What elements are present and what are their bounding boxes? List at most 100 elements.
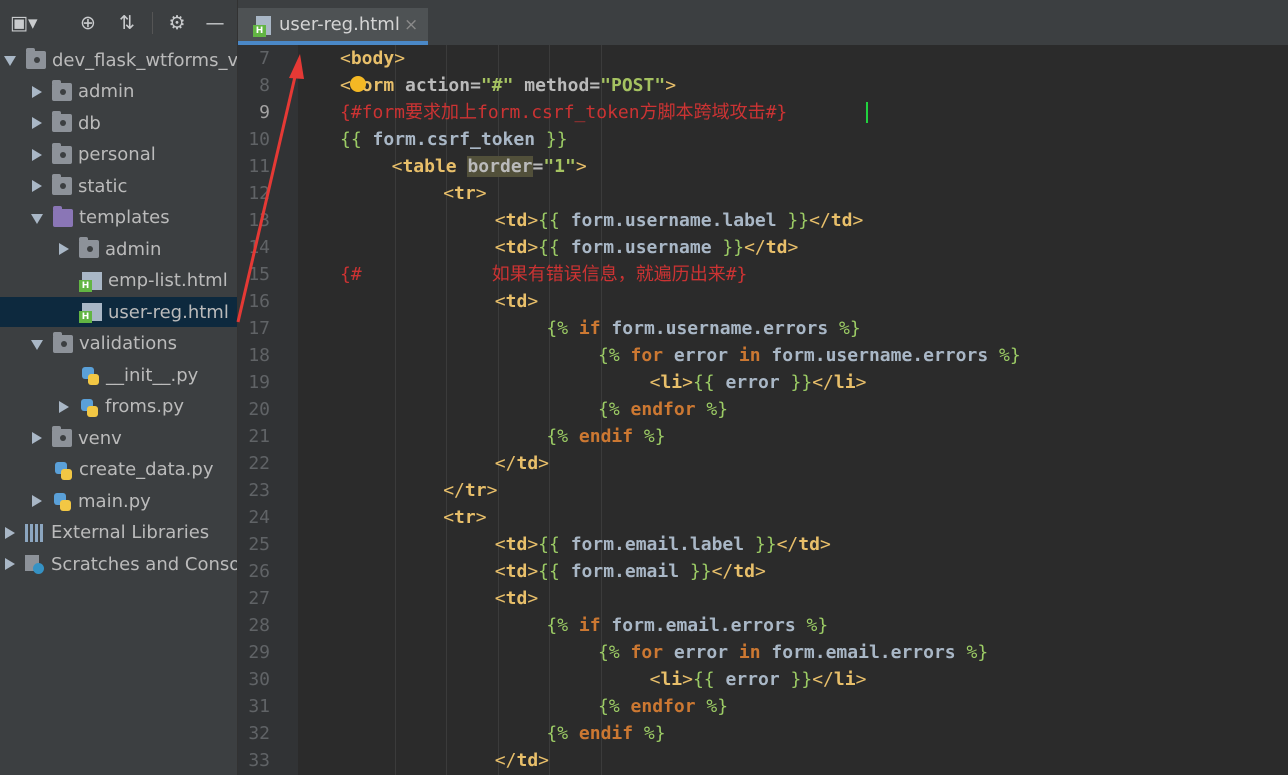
- code-line[interactable]: <td>: [495, 288, 538, 315]
- code-line[interactable]: <li>{{ error }}</li>: [650, 369, 867, 396]
- tree-item[interactable]: static: [0, 171, 237, 201]
- tree-item[interactable]: Scratches and Consol: [0, 549, 237, 579]
- tree-item[interactable]: validations: [0, 329, 237, 359]
- tree-item[interactable]: db: [0, 108, 237, 138]
- line-number: 16: [248, 291, 270, 312]
- tree-item-label: db: [78, 112, 101, 134]
- code-line[interactable]: <tr>: [443, 504, 486, 531]
- tree-item-label: admin: [105, 238, 162, 260]
- chevron-right-icon[interactable]: [32, 432, 42, 444]
- code-token: >: [475, 183, 487, 204]
- code-token: </: [809, 210, 831, 231]
- code-line[interactable]: <td>{{ form.username }}</td>: [495, 234, 799, 261]
- code-line[interactable]: {#form要求加上form.csrf_token方脚本跨域攻击#}: [340, 99, 787, 126]
- code-line[interactable]: {# 如果有错误信息，就遍历出来#}: [340, 261, 747, 288]
- tree-item[interactable]: templates: [0, 203, 237, 233]
- line-number: 12: [248, 183, 270, 204]
- code-line[interactable]: <table border="1">: [392, 153, 587, 180]
- code-line[interactable]: {% endif %}: [546, 423, 665, 450]
- code-token: {{: [538, 534, 571, 555]
- code-line[interactable]: <td>{{ form.email }}</td>: [495, 558, 766, 585]
- code-token: }}: [744, 534, 777, 555]
- tab-user-reg-html[interactable]: user-reg.html ×: [238, 8, 428, 45]
- code-line[interactable]: <td>{{ form.username.label }}</td>: [495, 207, 864, 234]
- line-number: 28: [248, 615, 270, 636]
- tree-item[interactable]: admin: [0, 77, 237, 107]
- tree-item[interactable]: venv: [0, 423, 237, 453]
- code-line[interactable]: {% endif %}: [546, 720, 665, 747]
- code-token: td: [765, 237, 788, 258]
- code-line[interactable]: {% if form.email.errors %}: [546, 612, 828, 639]
- code-token: %}: [695, 399, 729, 420]
- code-line[interactable]: {% for error in form.username.errors %}: [598, 342, 1021, 369]
- code-line[interactable]: <td>{{ form.email.label }}</td>: [495, 531, 831, 558]
- chevron-right-icon[interactable]: [32, 495, 42, 507]
- code-token: </: [812, 372, 834, 393]
- tree-item[interactable]: create_data.py: [0, 455, 237, 485]
- tree-item[interactable]: External Libraries: [0, 518, 237, 548]
- code-line[interactable]: <tr>: [443, 180, 486, 207]
- code-line[interactable]: <form action="#" method="POST">: [340, 72, 676, 99]
- tree-item-label: templates: [79, 207, 170, 228]
- code-token: <: [494, 291, 506, 312]
- chevron-down-icon[interactable]: [31, 213, 43, 224]
- project-view-icon[interactable]: ▣▾: [10, 10, 38, 36]
- chevron-right-icon[interactable]: [32, 148, 42, 161]
- tree-item[interactable]: admin: [0, 234, 237, 264]
- chevron-right-icon[interactable]: [59, 243, 69, 255]
- code-token: %}: [955, 642, 989, 663]
- code-token: >: [475, 507, 487, 528]
- tree-item-label: __init__.py: [106, 364, 199, 386]
- line-number: 10: [248, 129, 270, 150]
- code-token: td: [733, 561, 755, 582]
- tree-item[interactable]: dev_flask_wtforms_ve: [0, 45, 237, 75]
- line-number: 18: [248, 345, 270, 366]
- line-number: 31: [248, 696, 270, 717]
- lightbulb-icon[interactable]: [350, 76, 366, 92]
- tree-item[interactable]: froms.py: [0, 392, 237, 422]
- code-line[interactable]: </tr>: [443, 477, 497, 504]
- tree-item[interactable]: main.py: [0, 486, 237, 516]
- code-editor[interactable]: <body> <form action="#" method="POST"> {#f…: [298, 45, 1288, 775]
- code-line[interactable]: {% endfor %}: [598, 396, 728, 423]
- code-token: %}: [828, 318, 861, 339]
- code-line[interactable]: <li>{{ error }}</li>: [650, 666, 867, 693]
- code-token: {#form要求加上form.csrf_token方脚本跨域攻击#}: [340, 102, 788, 123]
- chevron-right-icon[interactable]: [32, 180, 42, 192]
- chevron-right-icon[interactable]: [59, 400, 69, 413]
- chevron-right-icon[interactable]: [5, 558, 15, 570]
- code-token: %}: [988, 345, 1021, 366]
- chevron-right-icon[interactable]: [32, 117, 42, 129]
- chevron-right-icon[interactable]: [32, 85, 42, 98]
- code-token: =: [470, 75, 481, 96]
- html-file-icon: [253, 16, 271, 37]
- code-token: if: [578, 615, 601, 636]
- chevron-down-icon[interactable]: [31, 339, 43, 350]
- code-token: >: [538, 750, 550, 771]
- code-line[interactable]: </td>: [495, 450, 549, 477]
- code-line[interactable]: <td>: [495, 585, 538, 612]
- minus-icon[interactable]: —: [202, 10, 228, 36]
- close-icon[interactable]: ×: [404, 15, 418, 35]
- code-line[interactable]: {{ form.csrf_token }}: [340, 126, 568, 153]
- code-line[interactable]: {% endfor %}: [598, 693, 728, 720]
- tree-item[interactable]: user-reg.html: [0, 297, 237, 327]
- folder-icon: [52, 174, 72, 195]
- chevron-down-icon[interactable]: [4, 56, 16, 66]
- collapse-icon[interactable]: ⇅: [114, 10, 140, 36]
- code-line[interactable]: {% if form.username.errors %}: [546, 315, 860, 342]
- code-line[interactable]: </td>: [495, 747, 549, 774]
- tree-item[interactable]: emp-list.html: [0, 266, 237, 296]
- tree-item[interactable]: personal: [0, 140, 237, 170]
- code-token: <: [494, 588, 506, 609]
- gear-icon[interactable]: ⚙: [164, 10, 190, 36]
- code-line[interactable]: {% for error in form.email.errors %}: [598, 639, 988, 666]
- code-line[interactable]: <body>: [340, 45, 405, 72]
- chevron-right-icon[interactable]: [5, 526, 15, 539]
- tree-item[interactable]: __init__.py: [0, 360, 237, 390]
- code-token: <: [649, 372, 661, 393]
- locate-icon[interactable]: ⊕: [75, 10, 101, 36]
- code-token: </: [711, 561, 734, 582]
